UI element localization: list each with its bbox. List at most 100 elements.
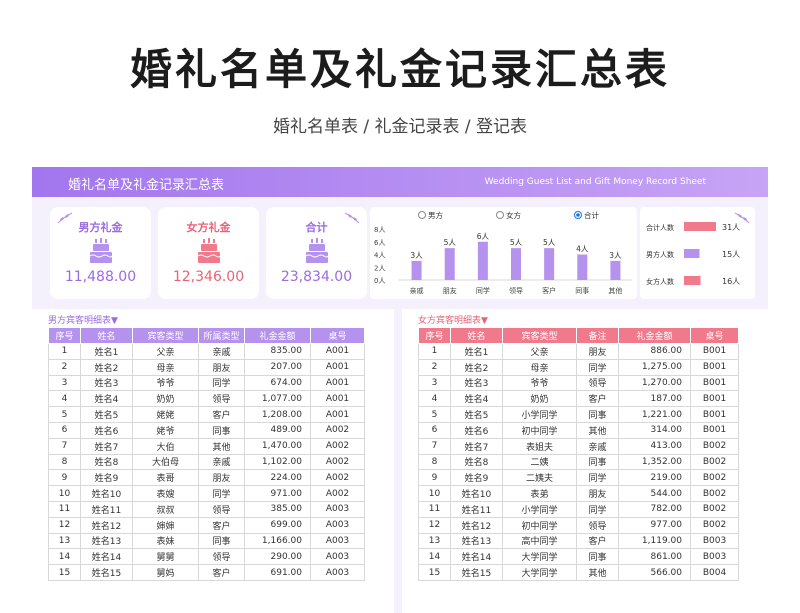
table-cell[interactable]: 同学 <box>576 469 619 487</box>
table-cell[interactable]: 同事 <box>576 548 619 566</box>
table-cell[interactable]: 姓名14 <box>80 548 133 566</box>
table-cell[interactable]: 其他 <box>198 437 245 455</box>
table-cell[interactable]: A003 <box>310 500 365 518</box>
table-cell[interactable]: 朋友 <box>576 485 619 502</box>
male-table-row[interactable]: 9 姓名9 表哥 朋友 224.00 A002 <box>48 469 365 487</box>
table-cell[interactable]: 同学 <box>576 358 619 376</box>
male-table-row[interactable]: 4 姓名4 奶奶 领导 1,077.00 A001 <box>48 390 365 408</box>
column-header[interactable]: 备注 <box>576 327 619 344</box>
table-cell[interactable]: 同学 <box>576 500 619 518</box>
table-cell[interactable]: 8 <box>48 453 81 471</box>
table-cell[interactable]: A002 <box>310 469 365 487</box>
table-cell[interactable]: A002 <box>310 453 365 471</box>
table-cell[interactable]: 姓名14 <box>450 548 503 566</box>
table-cell[interactable]: 1 <box>48 343 81 360</box>
table-cell[interactable]: B001 <box>690 390 739 408</box>
table-cell[interactable]: 叔叔 <box>132 500 199 518</box>
table-cell[interactable]: 3 <box>48 374 81 392</box>
table-cell[interactable]: B002 <box>690 485 739 502</box>
table-cell[interactable]: 207.00 <box>244 358 311 376</box>
table-cell[interactable]: 表嫂 <box>132 485 199 502</box>
table-cell[interactable]: 爷爷 <box>132 374 199 392</box>
table-cell[interactable]: 其他 <box>576 564 619 581</box>
table-cell[interactable]: 4 <box>48 390 81 408</box>
table-cell[interactable]: 大学同学 <box>502 564 577 581</box>
table-cell[interactable]: 小学同学 <box>502 406 577 423</box>
table-cell[interactable]: 782.00 <box>618 500 691 518</box>
table-cell[interactable]: 10 <box>48 485 81 502</box>
table-cell[interactable]: 表妹 <box>132 532 199 550</box>
table-cell[interactable]: 领导 <box>576 374 619 392</box>
table-cell[interactable]: 姥爷 <box>132 421 199 439</box>
table-cell[interactable]: 6 <box>48 421 81 439</box>
table-cell[interactable]: 544.00 <box>618 485 691 502</box>
table-cell[interactable]: 二姨夫 <box>502 469 577 487</box>
male-table-row[interactable]: 3 姓名3 爷爷 同学 674.00 A001 <box>48 374 365 392</box>
table-cell[interactable]: 姓名12 <box>450 516 503 534</box>
table-cell[interactable]: 1,270.00 <box>618 374 691 392</box>
table-cell[interactable]: 1,119.00 <box>618 532 691 550</box>
table-cell[interactable]: 9 <box>48 469 81 487</box>
table-cell[interactable]: 1,208.00 <box>244 406 311 423</box>
table-cell[interactable]: 亲戚 <box>198 343 245 360</box>
table-cell[interactable]: 566.00 <box>618 564 691 581</box>
table-cell[interactable]: B002 <box>690 453 739 471</box>
table-cell[interactable]: 14 <box>418 548 451 566</box>
table-cell[interactable]: 二姨 <box>502 453 577 471</box>
table-cell[interactable]: 奶奶 <box>502 390 577 408</box>
table-cell[interactable]: 886.00 <box>618 343 691 360</box>
table-cell[interactable]: 489.00 <box>244 421 311 439</box>
table-cell[interactable]: 客户 <box>198 406 245 423</box>
table-cell[interactable]: 15 <box>418 564 451 581</box>
table-cell[interactable]: 表弟 <box>502 485 577 502</box>
table-cell[interactable]: 1,102.00 <box>244 453 311 471</box>
male-table-title[interactable]: 男方宾客明细表▼ <box>48 313 118 326</box>
table-cell[interactable]: 977.00 <box>618 516 691 534</box>
table-cell[interactable]: 1,470.00 <box>244 437 311 455</box>
table-cell[interactable]: 婶婶 <box>132 516 199 534</box>
table-cell[interactable]: 835.00 <box>244 343 311 360</box>
table-cell[interactable]: 姓名3 <box>80 374 133 392</box>
column-header[interactable]: 所属类型 <box>198 327 245 344</box>
table-cell[interactable]: 同学 <box>198 374 245 392</box>
table-cell[interactable]: 971.00 <box>244 485 311 502</box>
male-table-row[interactable]: 11 姓名11 叔叔 领导 385.00 A003 <box>48 500 365 518</box>
table-cell[interactable]: 姓名11 <box>80 500 133 518</box>
male-table-row[interactable]: 5 姓名5 姥姥 客户 1,208.00 A001 <box>48 406 365 423</box>
male-table-row[interactable]: 14 姓名14 舅舅 领导 290.00 A003 <box>48 548 365 566</box>
female-table-row[interactable]: 8 姓名8 二姨 同事 1,352.00 B002 <box>418 453 739 471</box>
table-cell[interactable]: 其他 <box>576 421 619 439</box>
column-header[interactable]: 序号 <box>418 327 451 344</box>
table-cell[interactable]: 姓名6 <box>450 421 503 439</box>
table-cell[interactable]: 同事 <box>576 453 619 471</box>
table-cell[interactable]: B003 <box>690 548 739 566</box>
table-cell[interactable]: B002 <box>690 516 739 534</box>
table-cell[interactable]: 7 <box>418 437 451 455</box>
female-table-row[interactable]: 15 姓名15 大学同学 其他 566.00 B004 <box>418 564 739 581</box>
table-cell[interactable]: 舅舅 <box>132 548 199 566</box>
table-cell[interactable]: 姓名5 <box>80 406 133 423</box>
female-table-row[interactable]: 13 姓名13 高中同学 客户 1,119.00 B003 <box>418 532 739 550</box>
table-cell[interactable]: B001 <box>690 374 739 392</box>
male-table-row[interactable]: 6 姓名6 姥爷 同事 489.00 A002 <box>48 421 365 439</box>
table-cell[interactable]: 7 <box>48 437 81 455</box>
female-table-row[interactable]: 6 姓名6 初中同学 其他 314.00 B001 <box>418 421 739 439</box>
column-header[interactable]: 礼金金额 <box>244 327 311 344</box>
table-cell[interactable]: 姓名13 <box>80 532 133 550</box>
table-cell[interactable]: 10 <box>418 485 451 502</box>
table-cell[interactable]: 初中同学 <box>502 516 577 534</box>
table-cell[interactable]: 187.00 <box>618 390 691 408</box>
male-table-row[interactable]: 10 姓名10 表嫂 同学 971.00 A002 <box>48 485 365 502</box>
column-header[interactable]: 宾客类型 <box>502 327 577 344</box>
table-cell[interactable]: 表哥 <box>132 469 199 487</box>
column-header[interactable]: 姓名 <box>450 327 503 344</box>
table-cell[interactable]: 姓名6 <box>80 421 133 439</box>
table-cell[interactable]: 姓名10 <box>80 485 133 502</box>
table-cell[interactable]: 姓名4 <box>450 390 503 408</box>
table-cell[interactable]: 13 <box>48 532 81 550</box>
column-header[interactable]: 礼金金额 <box>618 327 691 344</box>
female-table-row[interactable]: 10 姓名10 表弟 朋友 544.00 B002 <box>418 485 739 502</box>
table-cell[interactable]: 爷爷 <box>502 374 577 392</box>
table-cell[interactable]: 父亲 <box>502 343 577 360</box>
table-cell[interactable]: 11 <box>418 500 451 518</box>
